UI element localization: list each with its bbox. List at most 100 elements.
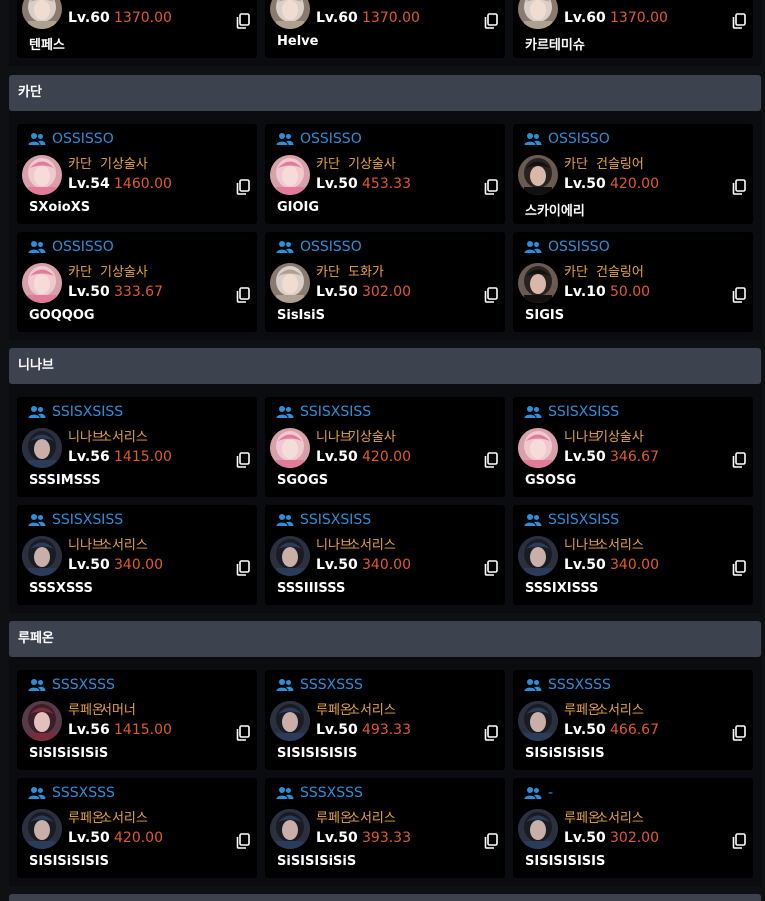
copy-icon[interactable]	[732, 287, 746, 303]
character-name: Helve	[277, 34, 319, 49]
server-name: 니나브	[68, 430, 104, 445]
server-name: 니나브	[68, 538, 104, 553]
guild-members-icon	[524, 514, 542, 526]
class-name: 기상술사	[348, 430, 396, 445]
guild-row: SSISXSISS	[276, 511, 371, 529]
character-card[interactable]: OSSISSO 카단 기상술사 Lv.54 1460.00 SXoioXS	[17, 124, 257, 224]
guild-row: OSSISSO	[276, 130, 362, 148]
item-level: 1415.00	[114, 722, 172, 738]
server-name: 니나브	[564, 430, 600, 445]
guild-members-icon	[276, 679, 294, 691]
guild-row: OSSISSO	[276, 238, 362, 256]
copy-icon[interactable]	[236, 287, 250, 303]
guild-members-icon	[28, 133, 46, 145]
item-level: 493.33	[362, 722, 411, 738]
character-card[interactable]: SSSXSSS 루페온 소서리스 Lv.50 466.67 SISiSISiSIS	[513, 670, 753, 770]
character-avatar	[270, 701, 310, 741]
character-name: SIGIS	[525, 308, 565, 323]
guild-name: -	[548, 785, 554, 801]
server-name: 루페온	[564, 811, 600, 826]
copy-icon[interactable]	[236, 560, 250, 576]
copy-icon[interactable]	[732, 725, 746, 741]
server-group-header[interactable]: 루페온	[9, 621, 761, 657]
character-card[interactable]: SSSXSSS 루페온 서머너 Lv.56 1415.00 SiSISiSISiS	[17, 670, 257, 770]
copy-icon[interactable]	[732, 452, 746, 468]
copy-icon[interactable]	[236, 725, 250, 741]
character-avatar	[22, 536, 62, 576]
item-level: 346.67	[610, 449, 659, 465]
guild-members-icon	[28, 787, 46, 799]
character-card[interactable]: OSSISSO 카단 건슬링어 Lv.50 420.00 스카이에리	[513, 124, 753, 224]
character-card[interactable]: SSISXSISS 니나브 기상술사 Lv.50 420.00 SGOGS	[265, 397, 505, 497]
guild-name: SSISXSISS	[548, 404, 620, 420]
character-level: Lv.50	[316, 557, 358, 573]
character-name: 스카이에리	[525, 204, 585, 219]
guild-members-icon	[276, 406, 294, 418]
server-name: 카단	[564, 265, 588, 280]
character-card[interactable]: SSISXSISS 니나브 소서리스 Lv.56 1415.00 SSSIMSSS	[17, 397, 257, 497]
copy-icon[interactable]	[236, 452, 250, 468]
copy-icon[interactable]	[236, 833, 250, 849]
character-level: Lv.50	[68, 557, 110, 573]
item-level: 340.00	[114, 557, 163, 573]
server-group-header[interactable]: 카단	[9, 75, 761, 111]
copy-icon[interactable]	[236, 179, 250, 195]
character-card[interactable]: SSISXSISS 니나브 소서리스 Lv.50 340.00 SSSIIISSS	[265, 505, 505, 605]
character-avatar	[518, 155, 558, 195]
character-card[interactable]: SSSXSSS 루페온 소서리스 Lv.50 420.00 SISISiSISIS	[17, 778, 257, 878]
guild-row: OSSISSO	[524, 238, 610, 256]
guild-row: SSSXSSS	[276, 676, 363, 694]
character-card[interactable]: OSSISSO 카단 건슬링어 Lv.10 50.00 SIGIS	[513, 232, 753, 332]
character-card[interactable]: Lv.60 1370.00 Helve	[265, 0, 505, 58]
server-name: 니나브	[564, 538, 600, 553]
copy-icon[interactable]	[484, 725, 498, 741]
guild-row: SSISXSISS	[28, 511, 123, 529]
character-name: SISiSISiSIS	[525, 746, 605, 761]
copy-icon[interactable]	[732, 560, 746, 576]
guild-members-icon	[276, 133, 294, 145]
copy-icon[interactable]	[484, 833, 498, 849]
character-card[interactable]: OSSISSO 카단 기상술사 Lv.50 453.33 GIOIG	[265, 124, 505, 224]
guild-members-icon	[276, 514, 294, 526]
guild-name: SSISXSISS	[52, 404, 124, 420]
server-group-header-partial[interactable]	[9, 894, 761, 901]
copy-icon[interactable]	[484, 13, 498, 29]
character-card[interactable]: SSISXSISS 니나브 소서리스 Lv.50 340.00 SSSIXISSS	[513, 505, 753, 605]
copy-icon[interactable]	[732, 13, 746, 29]
character-card[interactable]: SSISXSISS 니나브 소서리스 Lv.50 340.00 SSSXSSS	[17, 505, 257, 605]
guild-name: OSSISSO	[52, 239, 114, 255]
server-name: 루페온	[68, 811, 104, 826]
copy-icon[interactable]	[732, 833, 746, 849]
character-card[interactable]: SSSXSSS 루페온 소서리스 Lv.50 393.33 SiSISISiSiS	[265, 778, 505, 878]
character-card[interactable]: OSSISSO 카단 도화가 Lv.50 302.00 SisIsiS	[265, 232, 505, 332]
character-avatar	[270, 428, 310, 468]
character-level: Lv.50	[316, 722, 358, 738]
character-name: SSSIMSSS	[29, 473, 101, 488]
copy-icon[interactable]	[484, 179, 498, 195]
character-name: SSSIXISSS	[525, 581, 599, 596]
character-card[interactable]: SSSXSSS 루페온 소서리스 Lv.50 493.33 SISISISISIS	[265, 670, 505, 770]
character-card[interactable]: SSISXSISS 니나브 기상술사 Lv.50 346.67 GSOSG	[513, 397, 753, 497]
character-card[interactable]: Lv.60 1370.00 텐페스	[17, 0, 257, 58]
copy-icon[interactable]	[732, 179, 746, 195]
copy-icon[interactable]	[484, 560, 498, 576]
guild-row: SSSXSSS	[276, 784, 363, 802]
copy-icon[interactable]	[236, 13, 250, 29]
character-card[interactable]: OSSISSO 카단 기상술사 Lv.50 333.67 GOQQOG	[17, 232, 257, 332]
character-card[interactable]: Lv.60 1370.00 카르테미슈	[513, 0, 753, 58]
character-avatar	[270, 0, 310, 29]
copy-icon[interactable]	[484, 452, 498, 468]
character-avatar	[22, 155, 62, 195]
guild-name: OSSISSO	[300, 239, 362, 255]
character-level: Lv.50	[68, 284, 110, 300]
character-name: SSSXSSS	[29, 581, 93, 596]
class-name: 소서리스	[348, 538, 396, 553]
server-group-header[interactable]: 니나브	[9, 348, 761, 384]
copy-icon[interactable]	[484, 287, 498, 303]
character-card[interactable]: - 루페온 소서리스 Lv.50 302.00 SISISISISIS	[513, 778, 753, 878]
guild-members-icon	[524, 133, 542, 145]
character-avatar	[270, 263, 310, 303]
item-level: 340.00	[362, 557, 411, 573]
character-level: Lv.50	[316, 449, 358, 465]
class-name: 서머너	[100, 703, 136, 718]
